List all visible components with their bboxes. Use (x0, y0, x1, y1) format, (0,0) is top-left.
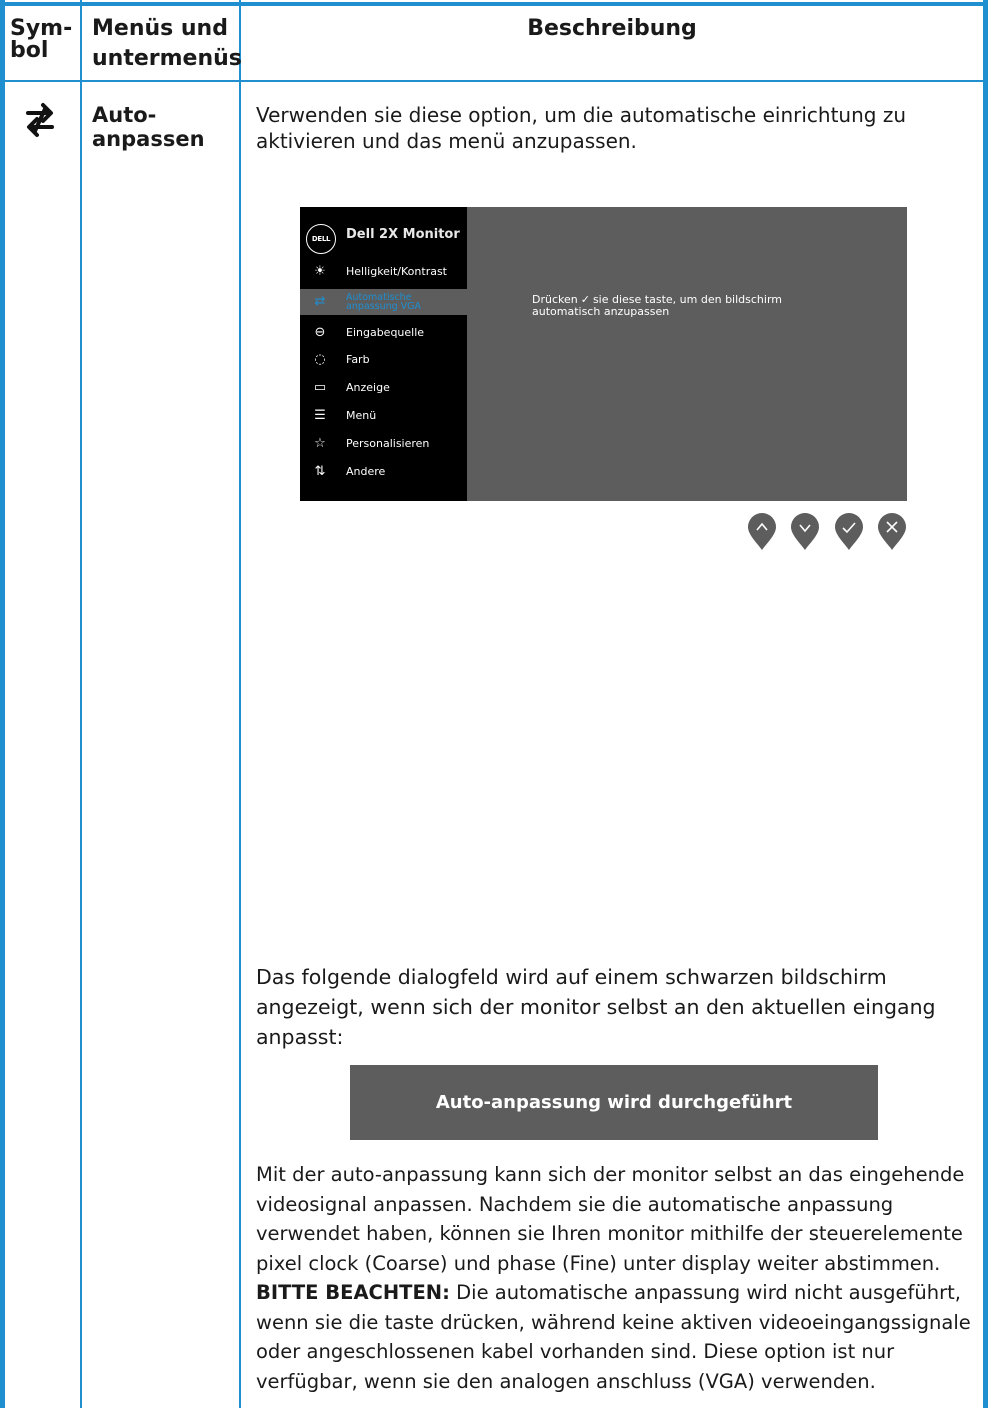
header-symbol: Sym- bol (10, 16, 72, 64)
color-icon: ◌ (314, 352, 326, 367)
osd-menu-screenshot: DELL Dell 2X Monitor ☀ Helligkeit/Kontra… (300, 207, 907, 501)
body-line2: videosignal anpassen. Nachdem sie die au… (256, 1192, 894, 1216)
menu-line1: Auto- (92, 103, 157, 127)
menu-line2: anpassen (92, 127, 205, 151)
note-line2: wenn sie die taste drücken, während kein… (256, 1310, 971, 1334)
intro-line1: Verwenden sie diese option, um die autom… (256, 103, 906, 127)
close-button[interactable] (876, 511, 908, 551)
other-icon: ⇅ (314, 464, 326, 479)
osd-message-line2: automatisch anzupassen (532, 305, 670, 318)
osd-item-auto-adjust[interactable]: ⇄ Automatische anpassung VGA (300, 289, 467, 315)
display-icon: ▭ (313, 380, 327, 395)
osd-item-label-line2: anpassung VGA (346, 301, 422, 312)
dialog-intro-line3: anpasst: (256, 1025, 344, 1049)
dell-logo: DELL (306, 224, 336, 254)
osd-navigation-buttons (746, 511, 911, 551)
confirm-button[interactable] (833, 511, 865, 551)
osd-item-other[interactable]: ⇅ Andere (300, 459, 467, 485)
input-source-icon: ⊖ (314, 325, 326, 340)
osd-title: Dell 2X Monitor (346, 227, 460, 242)
auto-adjust-icon: ⇄ (314, 294, 326, 309)
osd-sidebar: DELL Dell 2X Monitor ☀ Helligkeit/Kontra… (300, 207, 467, 501)
osd-item-label: Helligkeit/Kontrast (346, 265, 447, 278)
table-right-border (983, 0, 988, 1408)
osd-item-display[interactable]: ▭ Anzeige (300, 375, 467, 401)
dialog-intro-text: Das folgende dialogfeld wird auf einem s… (256, 962, 936, 1052)
star-icon: ☆ (314, 436, 326, 451)
osd-item-label: Automatische anpassung VGA (346, 293, 422, 312)
body-text: Mit der auto-anpassung kann sich der mon… (256, 1160, 971, 1396)
auto-adjust-progress-dialog: Auto-anpassung wird durchgeführt (350, 1065, 878, 1140)
header-menus-line1: Menüs und (92, 16, 228, 41)
column-divider-1 (80, 0, 82, 1408)
auto-adjust-arrows-icon (26, 103, 54, 137)
column-divider-2 (239, 0, 241, 1408)
osd-item-label: Eingabequelle (346, 326, 425, 339)
down-button[interactable] (789, 511, 821, 551)
osd-item-input-source[interactable]: ⊖ Eingabequelle (300, 320, 467, 346)
body-line3: verwendet haben, können sie Ihren monito… (256, 1222, 963, 1245)
menu-icon: ☰ (314, 408, 326, 423)
osd-item-brightness[interactable]: ☀ Helligkeit/Kontrast (300, 259, 467, 285)
header-menus-line2: untermenüs (92, 46, 242, 71)
body-line1: Mit der auto-anpassung kann sich der mon… (256, 1163, 965, 1186)
header-menus: Menüs und untermenüs (92, 16, 242, 72)
intro-text: Verwenden sie diese option, um die autom… (256, 102, 906, 154)
table-top-border (0, 2, 988, 6)
note-line3: oder angeschlossenen kabel vorhanden sin… (256, 1340, 895, 1363)
osd-message: Drücken ✓ sie diese taste, um den bildschi… (532, 294, 872, 318)
osd-item-personalize[interactable]: ☆ Personalisieren (300, 431, 467, 457)
body-line4: pixel clock (Coarse) und phase (Fine) un… (256, 1251, 941, 1275)
note-line1: BITTE BEACHTEN: Die automatische anpassu… (256, 1278, 971, 1308)
up-button[interactable] (746, 511, 778, 551)
osd-item-label: Anzeige (346, 381, 390, 394)
header-divider (0, 80, 988, 82)
note-label: BITTE BEACHTEN: (256, 1281, 450, 1304)
note-line4: verfügbar, wenn sie den analogen anschlu… (256, 1369, 876, 1393)
osd-item-label: Andere (346, 465, 386, 478)
osd-item-label: Personalisieren (346, 437, 430, 450)
brightness-icon: ☀ (314, 264, 326, 279)
menu-auto-adjust: Auto- anpassen (92, 102, 205, 152)
note-text-1: Die automatische anpassung wird nicht au… (449, 1281, 961, 1304)
table-left-border (0, 0, 5, 1408)
intro-line2: aktivieren und das menü anzupassen. (256, 129, 637, 153)
osd-item-label: Menü (346, 409, 377, 422)
settings-table: Sym- bol Menüs und untermenüs Beschreibu… (0, 0, 988, 1408)
header-description: Beschreibung (527, 16, 697, 41)
dialog-intro-line2: angezeigt, wenn sich der monitor selbst … (256, 995, 936, 1019)
osd-item-menu[interactable]: ☰ Menü (300, 403, 467, 429)
osd-item-label: Farb (346, 353, 370, 366)
dialog-intro-line1: Das folgende dialogfeld wird auf einem s… (256, 965, 887, 989)
osd-item-color[interactable]: ◌ Farb (300, 347, 467, 373)
